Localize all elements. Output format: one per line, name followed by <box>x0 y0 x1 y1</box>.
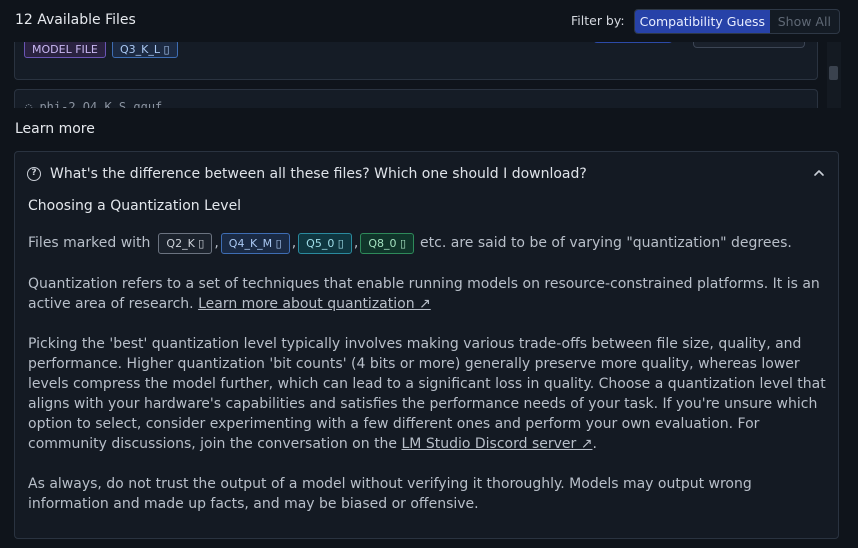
available-files-title: 12 Available Files <box>15 12 136 28</box>
quant-chip-q8-0[interactable]: Q8_0 ▯ <box>360 232 415 254</box>
learn-more-heading: Learn more <box>15 121 95 137</box>
files-marked-prefix: Files marked with <box>28 235 151 251</box>
file-card[interactable]: ◌ phi-2.Q4_K_S.gguf <box>14 89 818 108</box>
learn-more-quantization-link[interactable]: Learn more about quantization ↗ <box>198 296 431 312</box>
discord-server-link[interactable]: LM Studio Discord server ↗ <box>402 436 593 452</box>
quant-chip-q2-k[interactable]: Q2_K ▯ <box>158 232 213 254</box>
quantization-badge[interactable]: Q3_K_L ▯ <box>112 42 178 58</box>
file-name: ◌ phi-2.Q4_K_S.gguf <box>25 100 163 108</box>
chevron-up-icon[interactable] <box>812 166 826 180</box>
section-title: Choosing a Quantization Level <box>28 198 242 214</box>
scrollbar-thumb[interactable] <box>829 66 838 80</box>
disclaimer-paragraph: As always, do not trust the output of a … <box>28 476 752 512</box>
file-list-scrollbar[interactable] <box>827 42 841 108</box>
filter-compatibility-guess[interactable]: Compatibility Guess <box>635 10 770 33</box>
filter-label: Filter by: <box>571 13 625 28</box>
paragraph-text: Picking the 'best' quantization level ty… <box>28 336 826 452</box>
accordion-header[interactable]: ? What's the difference between all thes… <box>15 152 838 196</box>
download-button[interactable] <box>593 42 673 43</box>
question-circle-icon: ? <box>27 167 41 181</box>
accordion-question: What's the difference between all these … <box>50 166 587 182</box>
files-header: 12 Available Files Filter by: Compatibil… <box>0 0 858 42</box>
file-options-button[interactable] <box>693 42 805 48</box>
model-file-badge: MODEL FILE <box>24 42 106 58</box>
quantization-examples-row: Files marked with Q2_K ▯, Q4_K_M ▯, Q5_0… <box>28 232 792 254</box>
filter-segmented-control: Compatibility Guess Show All <box>634 9 840 34</box>
quant-chip-q4-k-m[interactable]: Q4_K_M ▯ <box>220 232 290 254</box>
quant-chip-q5-0[interactable]: Q5_0 ▯ <box>298 232 352 254</box>
file-list: MODEL FILE Q3_K_L ▯ ◌ phi-2.Q4_K_S.gguf <box>0 42 858 108</box>
tradeoffs-paragraph: Picking the 'best' quantization level ty… <box>28 336 826 452</box>
filter-show-all[interactable]: Show All <box>770 10 839 33</box>
quantization-paragraph: Quantization refers to a set of techniqu… <box>28 274 828 314</box>
files-marked-suffix: etc. are said to be of varying "quantiza… <box>420 235 792 251</box>
quantization-faq-accordion: ? What's the difference between all thes… <box>14 151 839 539</box>
file-card[interactable]: MODEL FILE Q3_K_L ▯ <box>14 42 818 80</box>
